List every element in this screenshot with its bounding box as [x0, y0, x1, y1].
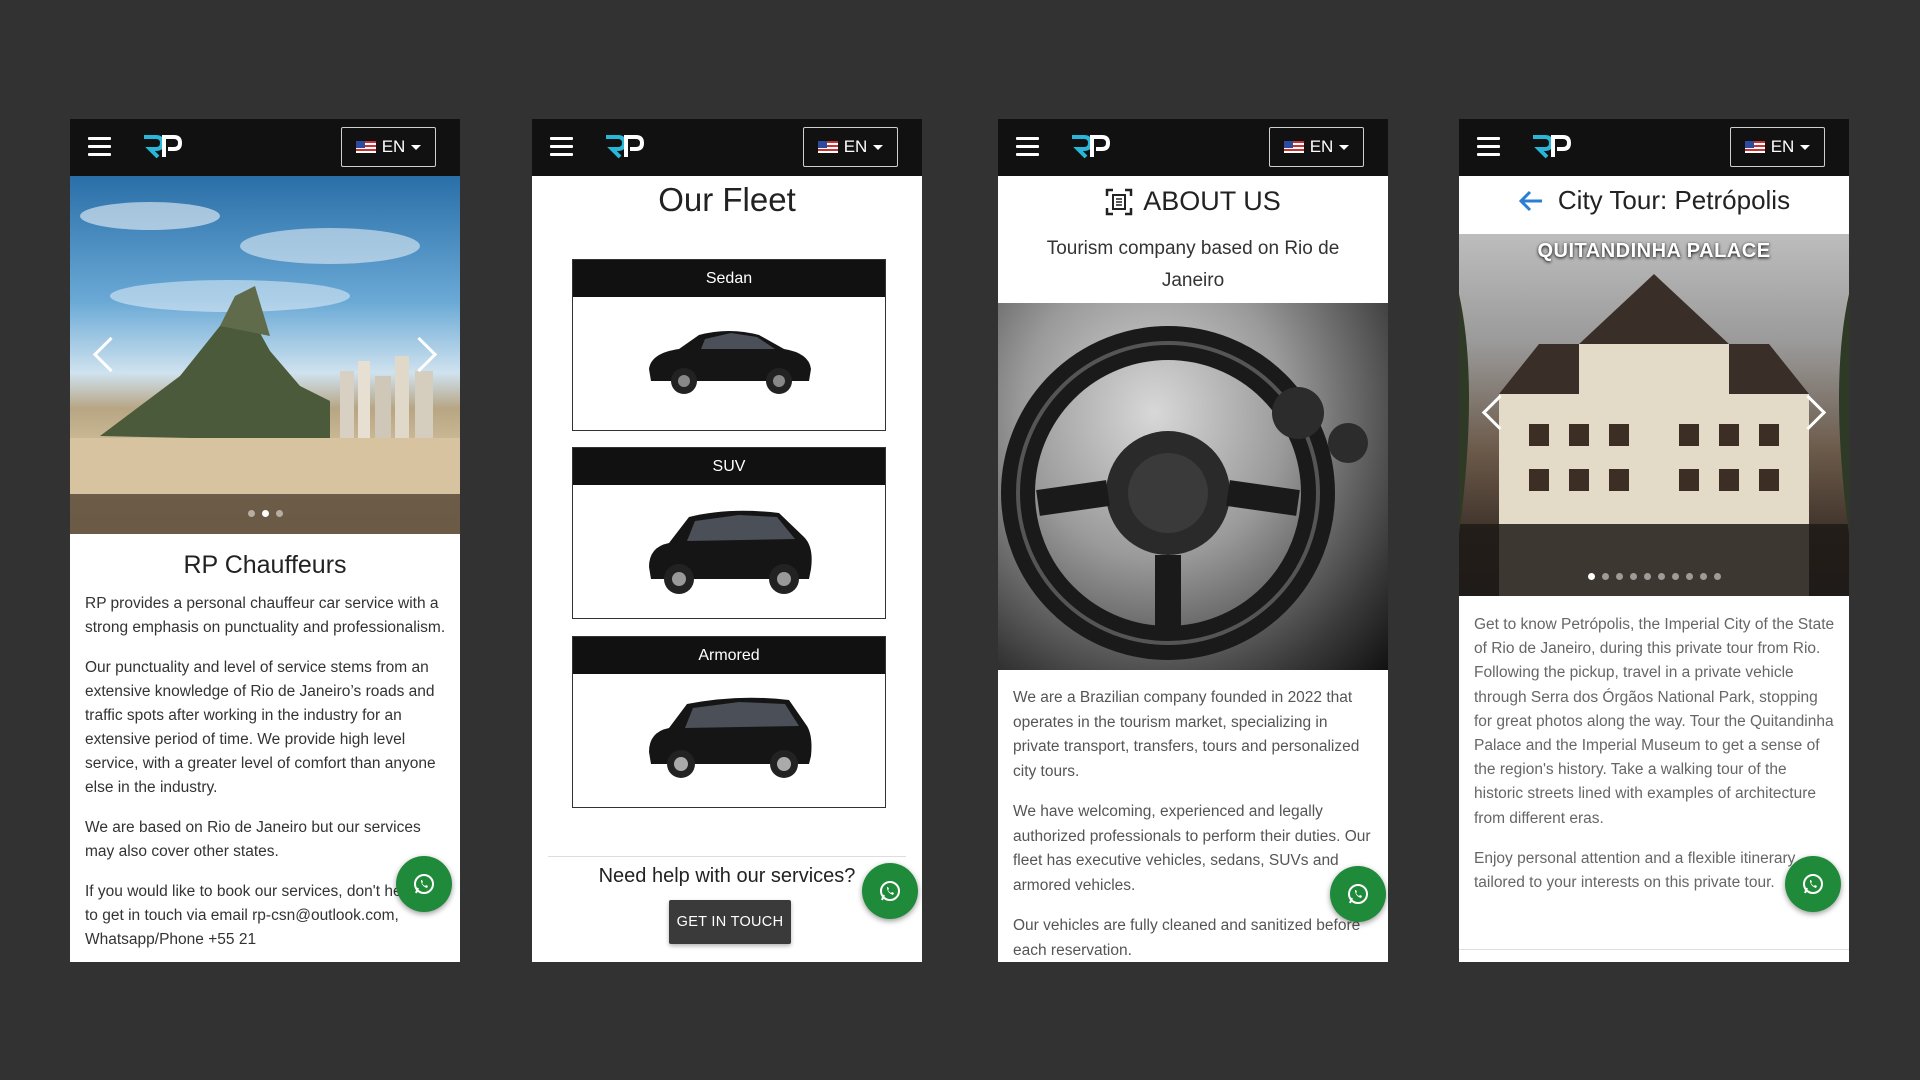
carousel-dot[interactable] — [275, 510, 283, 517]
paragraph: Our vehicles are fully cleaned and sanit… — [1013, 917, 1361, 959]
phone-fleet-screen: EN Our Fleet Sedan SUV Armored Need help… — [532, 119, 922, 962]
paragraph: Enjoy personal attention and a flexible … — [1474, 849, 1796, 892]
carousel-dot[interactable] — [1713, 573, 1721, 580]
us-flag-icon — [1283, 141, 1304, 153]
whatsapp-button[interactable] — [396, 856, 452, 912]
caret-down-icon — [1339, 144, 1350, 150]
carousel-dot[interactable] — [1671, 573, 1679, 580]
rp-logo[interactable] — [1070, 133, 1110, 161]
carousel-dot[interactable] — [1643, 573, 1651, 580]
hamburger-icon[interactable] — [88, 137, 111, 157]
carousel-caption: QUITANDINHA PALACE — [1537, 240, 1771, 262]
carousel-dot[interactable] — [1685, 573, 1693, 580]
language-selector[interactable]: EN — [1269, 127, 1364, 167]
fleet-card-armored[interactable]: Armored — [572, 636, 886, 808]
caret-down-icon — [411, 144, 422, 150]
profile-frame-icon — [1105, 188, 1133, 215]
fleet-card-title: SUV — [573, 448, 885, 485]
sedan-car-image — [649, 331, 811, 394]
fleet-card-title: Sedan — [573, 260, 885, 297]
language-label: EN — [1309, 137, 1334, 156]
app-bar: EN — [532, 119, 922, 176]
language-selector[interactable]: EN — [341, 127, 436, 167]
paragraph: Get to know Petrópolis, the Imperial Cit… — [1474, 616, 1835, 827]
carousel-indicators — [1459, 573, 1849, 580]
get-in-touch-button[interactable]: GET IN TOUCH — [669, 900, 791, 944]
hero-carousel[interactable] — [70, 176, 460, 534]
whatsapp-icon — [1803, 874, 1823, 894]
carousel-dot[interactable] — [1629, 573, 1637, 580]
palace-image — [1459, 274, 1849, 596]
carousel-dot-active[interactable] — [261, 510, 269, 517]
page-subtitle: Tourism company based on Rio de Janeiro — [1046, 238, 1340, 291]
carousel-dot[interactable] — [1657, 573, 1665, 580]
rp-logo[interactable] — [142, 133, 182, 161]
paragraph: We are a Brazilian company founded in 20… — [1013, 689, 1360, 780]
whatsapp-button[interactable] — [1330, 866, 1386, 922]
language-label: EN — [381, 137, 406, 156]
page-title: City Tour: Petrópolis — [1557, 185, 1791, 215]
paragraph: We have welcoming, experienced and legal… — [1013, 803, 1371, 894]
app-bar: EN — [998, 119, 1388, 176]
whatsapp-button[interactable] — [862, 863, 918, 919]
back-arrow-icon[interactable] — [1518, 190, 1544, 212]
tour-description: Get to know Petrópolis, the Imperial Cit… — [1474, 613, 1839, 911]
phone-about-screen: EN ABOUT US Tourism company based on Rio… — [998, 119, 1388, 962]
section-divider — [548, 856, 906, 857]
armored-van-image — [649, 697, 812, 778]
app-bar: EN — [1459, 119, 1849, 176]
page-title: RP Chauffeurs — [183, 551, 347, 579]
steering-wheel-image — [998, 303, 1388, 670]
carousel-dot[interactable] — [1615, 573, 1623, 580]
language-selector[interactable]: EN — [803, 127, 898, 167]
whatsapp-button[interactable] — [1785, 856, 1841, 912]
hamburger-icon[interactable] — [1016, 137, 1039, 157]
page-title-row: City Tour: Petrópolis — [1459, 185, 1849, 216]
about-text: We are a Brazilian company founded in 20… — [1013, 686, 1378, 962]
carousel-dot[interactable] — [1601, 573, 1609, 580]
phone-tour-screen: EN City Tour: Petrópolis QUITANDINHA PAL — [1459, 119, 1849, 962]
language-label: EN — [843, 137, 868, 156]
whatsapp-icon — [880, 881, 900, 901]
intro-text: RP provides a personal chauffeur car ser… — [85, 592, 447, 962]
language-selector[interactable]: EN — [1730, 127, 1825, 167]
fleet-card-suv[interactable]: SUV — [572, 447, 886, 619]
whatsapp-icon — [1348, 884, 1368, 904]
us-flag-icon — [355, 141, 376, 153]
rp-logo[interactable] — [604, 133, 644, 161]
caret-down-icon — [873, 144, 884, 150]
us-flag-icon — [1744, 141, 1765, 153]
paragraph: RP provides a personal chauffeur car ser… — [85, 595, 446, 636]
us-flag-icon — [817, 141, 838, 153]
tour-carousel[interactable]: QUITANDINHA PALACE — [1459, 234, 1849, 596]
carousel-dot-active[interactable] — [1587, 573, 1595, 580]
phone-home-screen: EN RP Chauffeurs RP provides a personal … — [70, 119, 460, 962]
carousel-dot[interactable] — [247, 510, 255, 517]
app-bar: EN — [70, 119, 460, 176]
page-title: Our Fleet — [658, 181, 796, 218]
page-title: ABOUT US — [1143, 186, 1281, 216]
paragraph: We are based on Rio de Janeiro but our s… — [85, 819, 421, 860]
paragraph: If you would like to book our services, … — [85, 883, 439, 948]
caret-down-icon — [1800, 144, 1811, 150]
whatsapp-icon — [414, 874, 434, 894]
fleet-card-sedan[interactable]: Sedan — [572, 259, 886, 431]
page-title-row: ABOUT US — [998, 186, 1388, 217]
language-label: EN — [1770, 137, 1795, 156]
suv-car-image — [649, 510, 812, 594]
carousel-dot[interactable] — [1699, 573, 1707, 580]
hamburger-icon[interactable] — [1477, 137, 1500, 157]
carousel-indicators — [70, 510, 460, 517]
rp-logo[interactable] — [1531, 133, 1571, 161]
paragraph: Our punctuality and level of service ste… — [85, 659, 436, 796]
hamburger-icon[interactable] — [550, 137, 573, 157]
section-divider — [1459, 949, 1849, 950]
fleet-card-title: Armored — [573, 637, 885, 674]
